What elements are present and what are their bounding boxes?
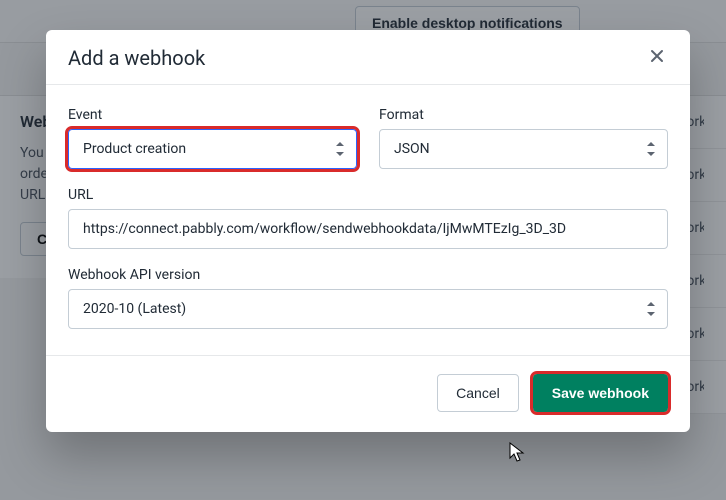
event-select-value: Product creation	[83, 141, 186, 157]
close-button[interactable]	[646, 47, 668, 69]
select-arrows-icon	[336, 142, 346, 156]
format-select[interactable]: JSON	[379, 129, 668, 169]
modal-body: Event Product creation Format JSON URL h…	[46, 85, 690, 355]
event-select[interactable]: Product creation	[68, 129, 357, 169]
cancel-button[interactable]: Cancel	[437, 374, 519, 412]
url-input[interactable]: https://connect.pabbly.com/workflow/send…	[68, 209, 668, 249]
url-input-value: https://connect.pabbly.com/workflow/send…	[83, 221, 566, 237]
save-webhook-button[interactable]: Save webhook	[533, 374, 668, 412]
event-label: Event	[68, 107, 357, 123]
select-arrows-icon	[647, 142, 657, 156]
close-icon	[649, 47, 665, 70]
api-version-label: Webhook API version	[68, 267, 668, 283]
modal-footer: Cancel Save webhook	[46, 355, 690, 432]
url-label: URL	[68, 187, 668, 203]
format-select-value: JSON	[394, 141, 430, 157]
format-label: Format	[379, 107, 668, 123]
modal-title: Add a webhook	[68, 46, 205, 70]
modal-header: Add a webhook	[46, 30, 690, 85]
api-version-select-value: 2020-10 (Latest)	[83, 301, 186, 317]
select-arrows-icon	[647, 302, 657, 316]
add-webhook-modal: Add a webhook Event Product creation For…	[46, 30, 690, 432]
api-version-select[interactable]: 2020-10 (Latest)	[68, 289, 668, 329]
